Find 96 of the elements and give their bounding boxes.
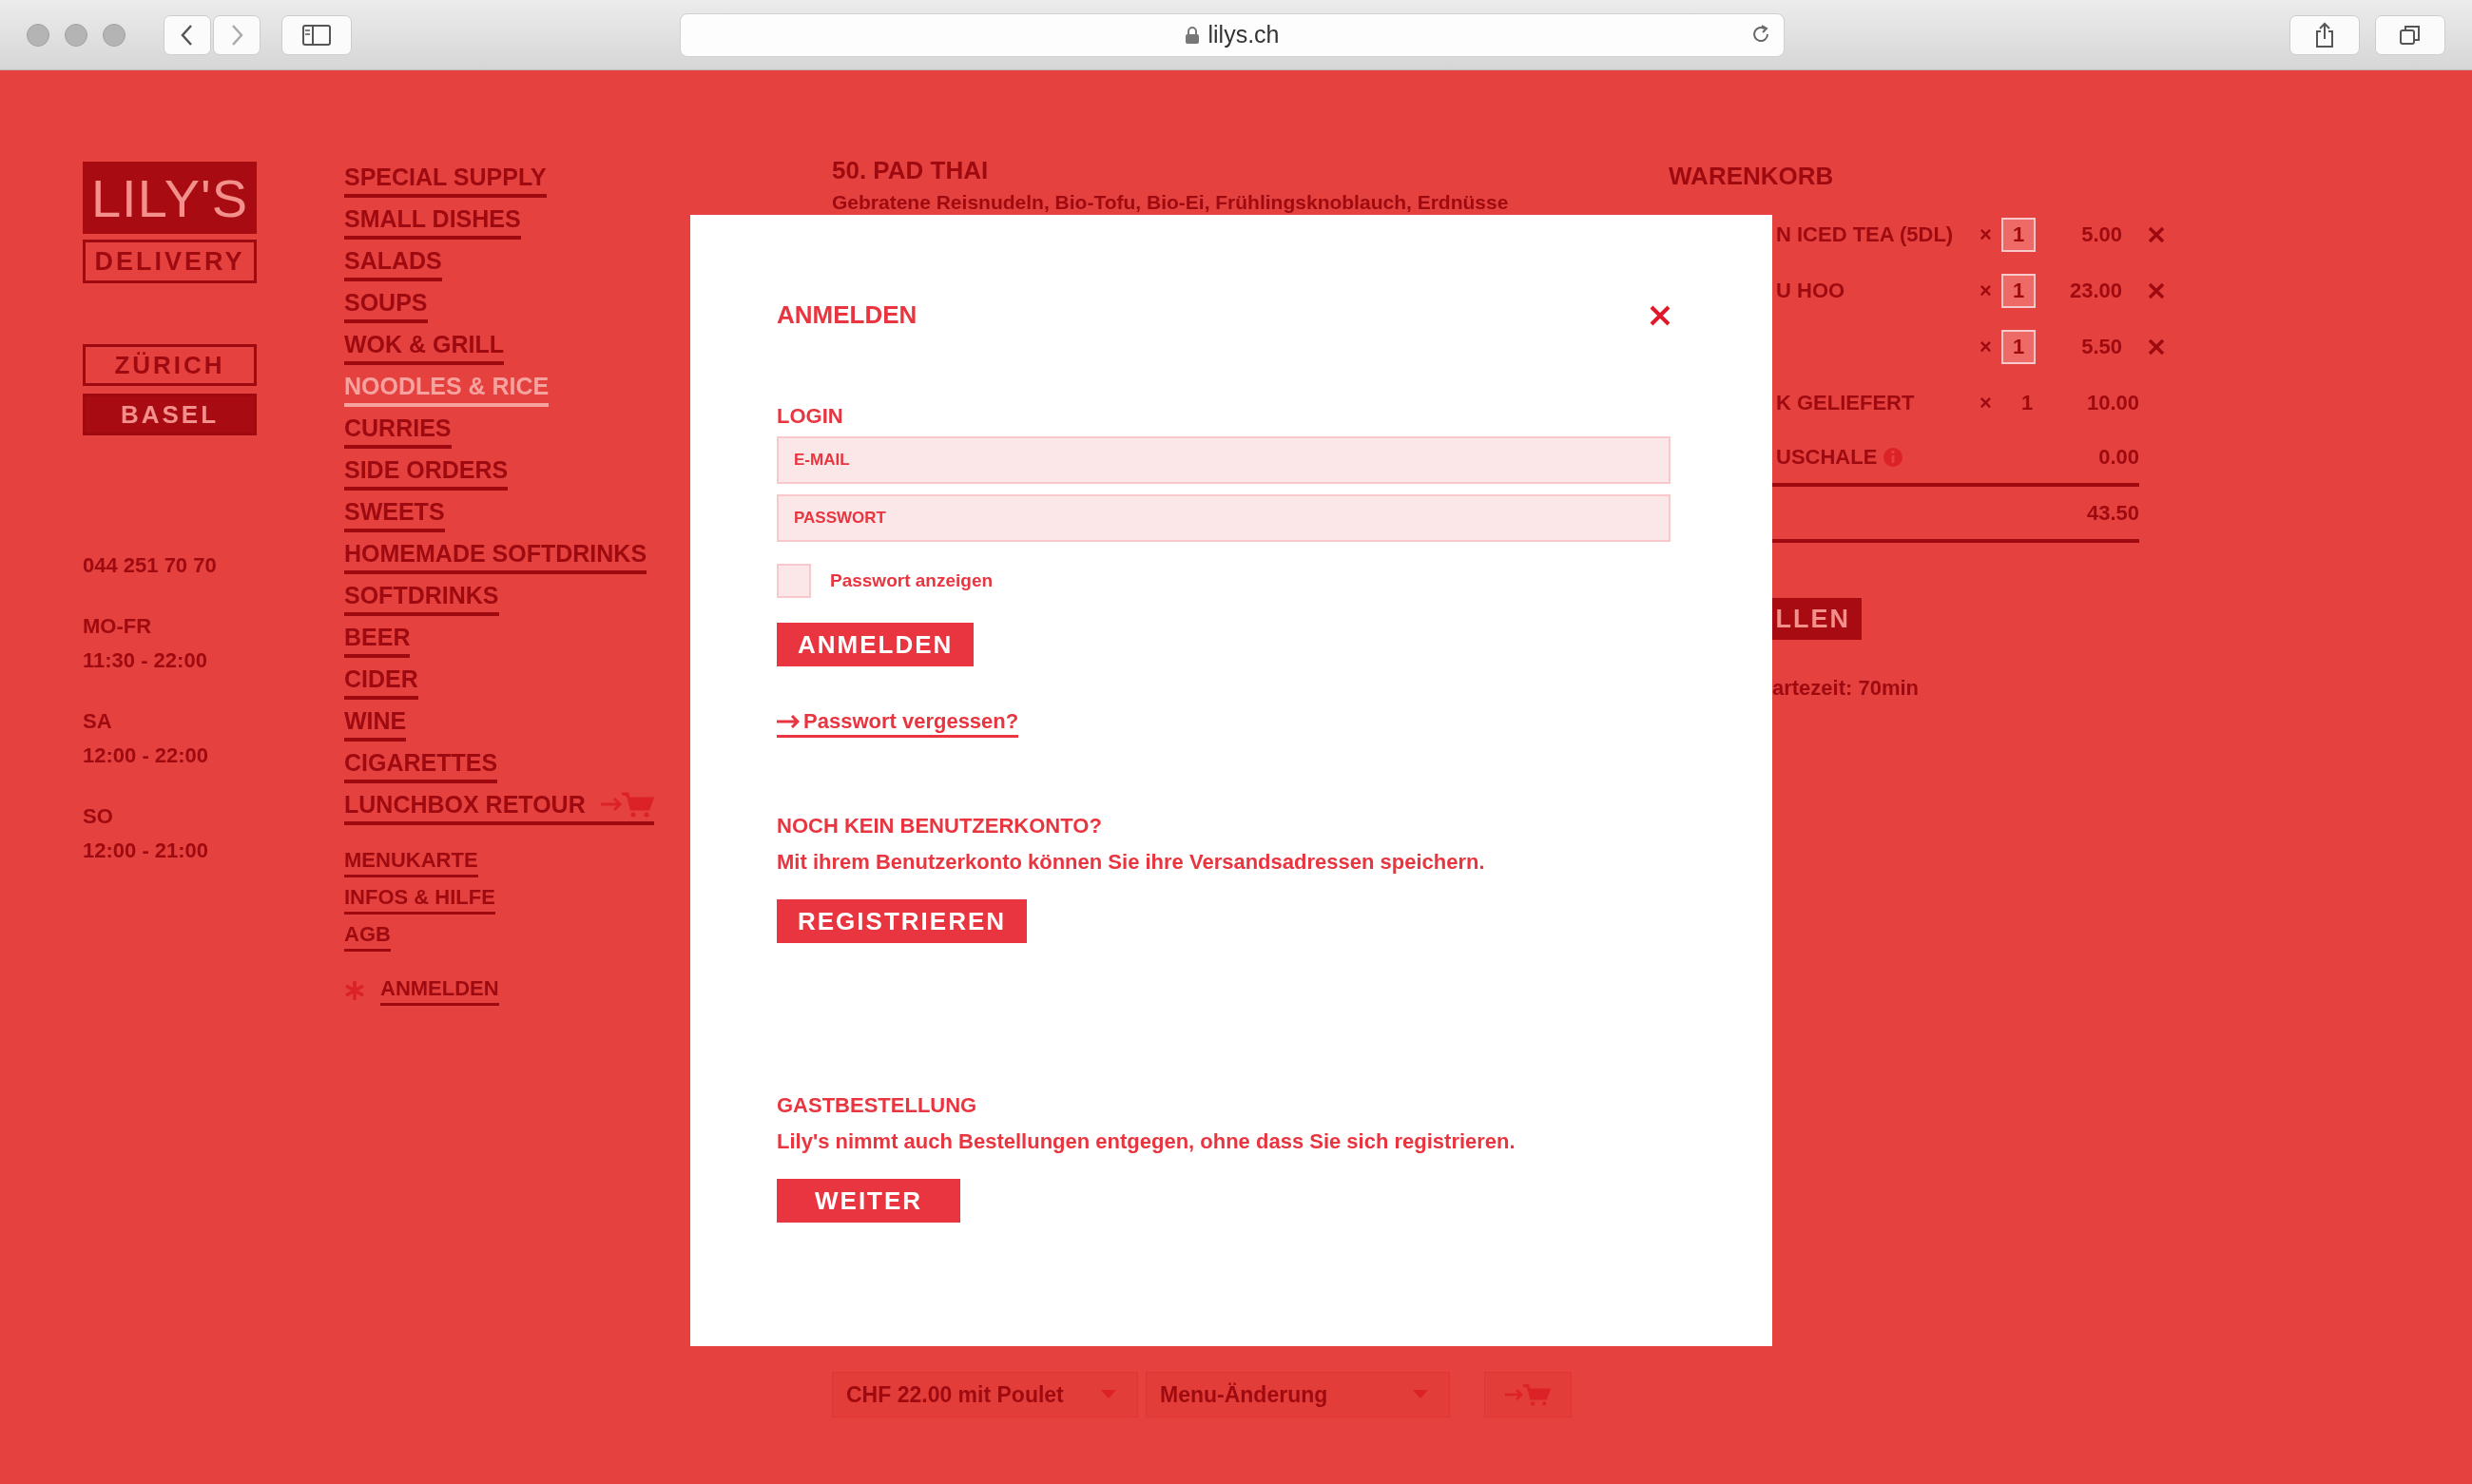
category-link[interactable]: SWEETS [344,494,445,532]
info-icon[interactable] [1883,446,1904,468]
forward-icon [229,23,244,47]
cart-item-price: 23.00 [2068,278,2122,303]
lunchbox-link[interactable]: LUNCHBOX RETOUR [344,787,654,825]
asterisk-icon [344,979,365,1001]
login-button[interactable]: ANMELDEN [777,623,975,666]
times-sign: × [1980,222,1993,247]
category-link[interactable]: SOFTDRINKS [344,578,499,616]
checkbox[interactable] [777,564,811,598]
checkbox-label: Passwort anzeigen [830,570,994,591]
quantity-field[interactable]: 1 [2001,217,2036,252]
info-link[interactable]: MENUKARTE [344,846,478,877]
remove-icon[interactable] [2148,281,2165,299]
close-window-icon[interactable] [27,23,49,47]
category-link[interactable]: SPECIAL SUPPLY [344,160,547,198]
opening-days: SA [83,709,344,734]
caret-icon [1101,1390,1116,1399]
back-button[interactable] [164,14,211,55]
opening-time: 12:00 - 22:00 [83,743,210,768]
cart-total: 43.50 [2085,500,2139,526]
zoom-window-icon[interactable] [103,23,126,47]
dish-title: 50. PAD THAI [832,156,990,185]
opening-days: SO [83,804,344,829]
continue-button[interactable]: WEITER [777,1179,961,1223]
category-link[interactable]: CIDER [344,662,418,700]
cart-item-price: 10.00 [2085,390,2139,415]
add-to-cart-button[interactable] [1484,1372,1572,1417]
remove-icon[interactable] [2148,225,2165,243]
category-link[interactable]: BEER [344,620,411,658]
login-link[interactable]: ANMELDEN [380,974,499,1006]
share-button[interactable] [2289,14,2360,55]
quantity-field[interactable]: 1 [2001,329,2036,364]
share-icon [2314,21,2335,48]
deposit-price: 0.00 [2097,444,2139,470]
category-link[interactable]: SALADS [344,243,442,281]
back-icon [180,23,195,47]
cart-item-price: 5.50 [2080,334,2122,359]
category-link[interactable]: CIGARETTES [344,745,498,783]
quantity-field[interactable]: 1 [2001,273,2036,308]
category-link[interactable]: CURRIES [344,411,452,449]
category-link[interactable]: WINE [344,703,407,742]
close-icon[interactable] [1650,304,1671,326]
tagline: DELIVERY [83,240,257,283]
opening-time: 12:00 - 21:00 [83,838,210,863]
lock-icon [1185,25,1201,45]
sidebar-button[interactable] [281,14,352,55]
register-text: Mit ihrem Benutzerkonto können Sie ihre Versandsadressen speichern. [777,850,1486,875]
opening-days: MO-FR [83,614,344,639]
times-sign: × [1980,278,1993,303]
tabs-button[interactable] [2375,14,2445,55]
deposit-label: USCHALE [1776,444,1878,470]
price-select[interactable]: CHF 22.00 mit Poulet [832,1372,1138,1417]
cart-title: WARENKORB [1669,162,1835,191]
password-field[interactable]: PASSWORT [777,494,1671,542]
cart-item-name: N ICED TEA (5DL) [1776,222,1954,247]
sidebar-icon [302,24,331,46]
city-tab[interactable]: BASEL [83,394,257,435]
info-link[interactable]: INFOS & HILFE [344,883,495,915]
tabs-icon [2399,23,2422,47]
dish-description: Gebratene Reisnudeln, Bio-Tofu, Bio-Ei, Frühlingsknoblauch, Erdnüsse [832,191,1510,214]
remove-icon[interactable] [2148,337,2165,356]
opening-time: 11:30 - 22:00 [83,648,208,673]
category-link[interactable]: SMALL DISHES [344,202,521,240]
times-sign: × [1980,390,1993,415]
section-heading: GASTBESTELLUNG [777,1093,978,1118]
arrow-cart-icon [1505,1381,1551,1408]
city-tab[interactable]: ZÜRICH [83,344,257,386]
caret-icon [1413,1390,1428,1399]
times-sign: × [1980,334,1993,359]
minimize-window-icon[interactable] [65,23,87,47]
forgot-password-link[interactable]: Passwort vergessen? [777,708,1019,738]
guest-text: Lily's nimmt auch Bestellungen entgegen, ohne dass Sie sich registrieren. [777,1129,1516,1154]
cart-item-price: 5.00 [2080,222,2122,247]
info-link[interactable]: AGB [344,920,391,952]
quantity: 1 [2019,389,2035,416]
cart-item-name: K GELIEFERT [1776,390,1915,415]
cart-item-name: U HOO [1776,278,1845,303]
email-field[interactable]: E-MAIL [777,436,1671,484]
section-heading: NOCH KEIN BENUTZERKONTO? [777,814,1103,838]
section-heading: LOGIN [777,404,844,429]
register-button[interactable]: REGISTRIEREN [777,899,1028,943]
option-select[interactable]: Menu-Änderung [1146,1372,1450,1417]
category-link[interactable]: HOMEMADE SOFTDRINKS [344,536,647,574]
category-link[interactable]: SOUPS [344,285,428,323]
url-text: lilys.ch [1207,21,1280,48]
logo[interactable]: LILY'S [83,162,257,234]
order-button[interactable]: LLEN [1772,598,1862,640]
category-link[interactable]: WOK & GRILL [344,327,505,365]
category-link[interactable]: SIDE ORDERS [344,453,509,491]
arrow-cart-icon [600,791,654,818]
arrow-icon [777,715,800,728]
dialog-title: ANMELDEN [777,300,917,330]
wait-time: artezeit: 70min [1772,676,1921,701]
phone-number: 044 251 70 70 [83,553,218,578]
address-bar[interactable]: lilys.ch [680,12,1785,57]
